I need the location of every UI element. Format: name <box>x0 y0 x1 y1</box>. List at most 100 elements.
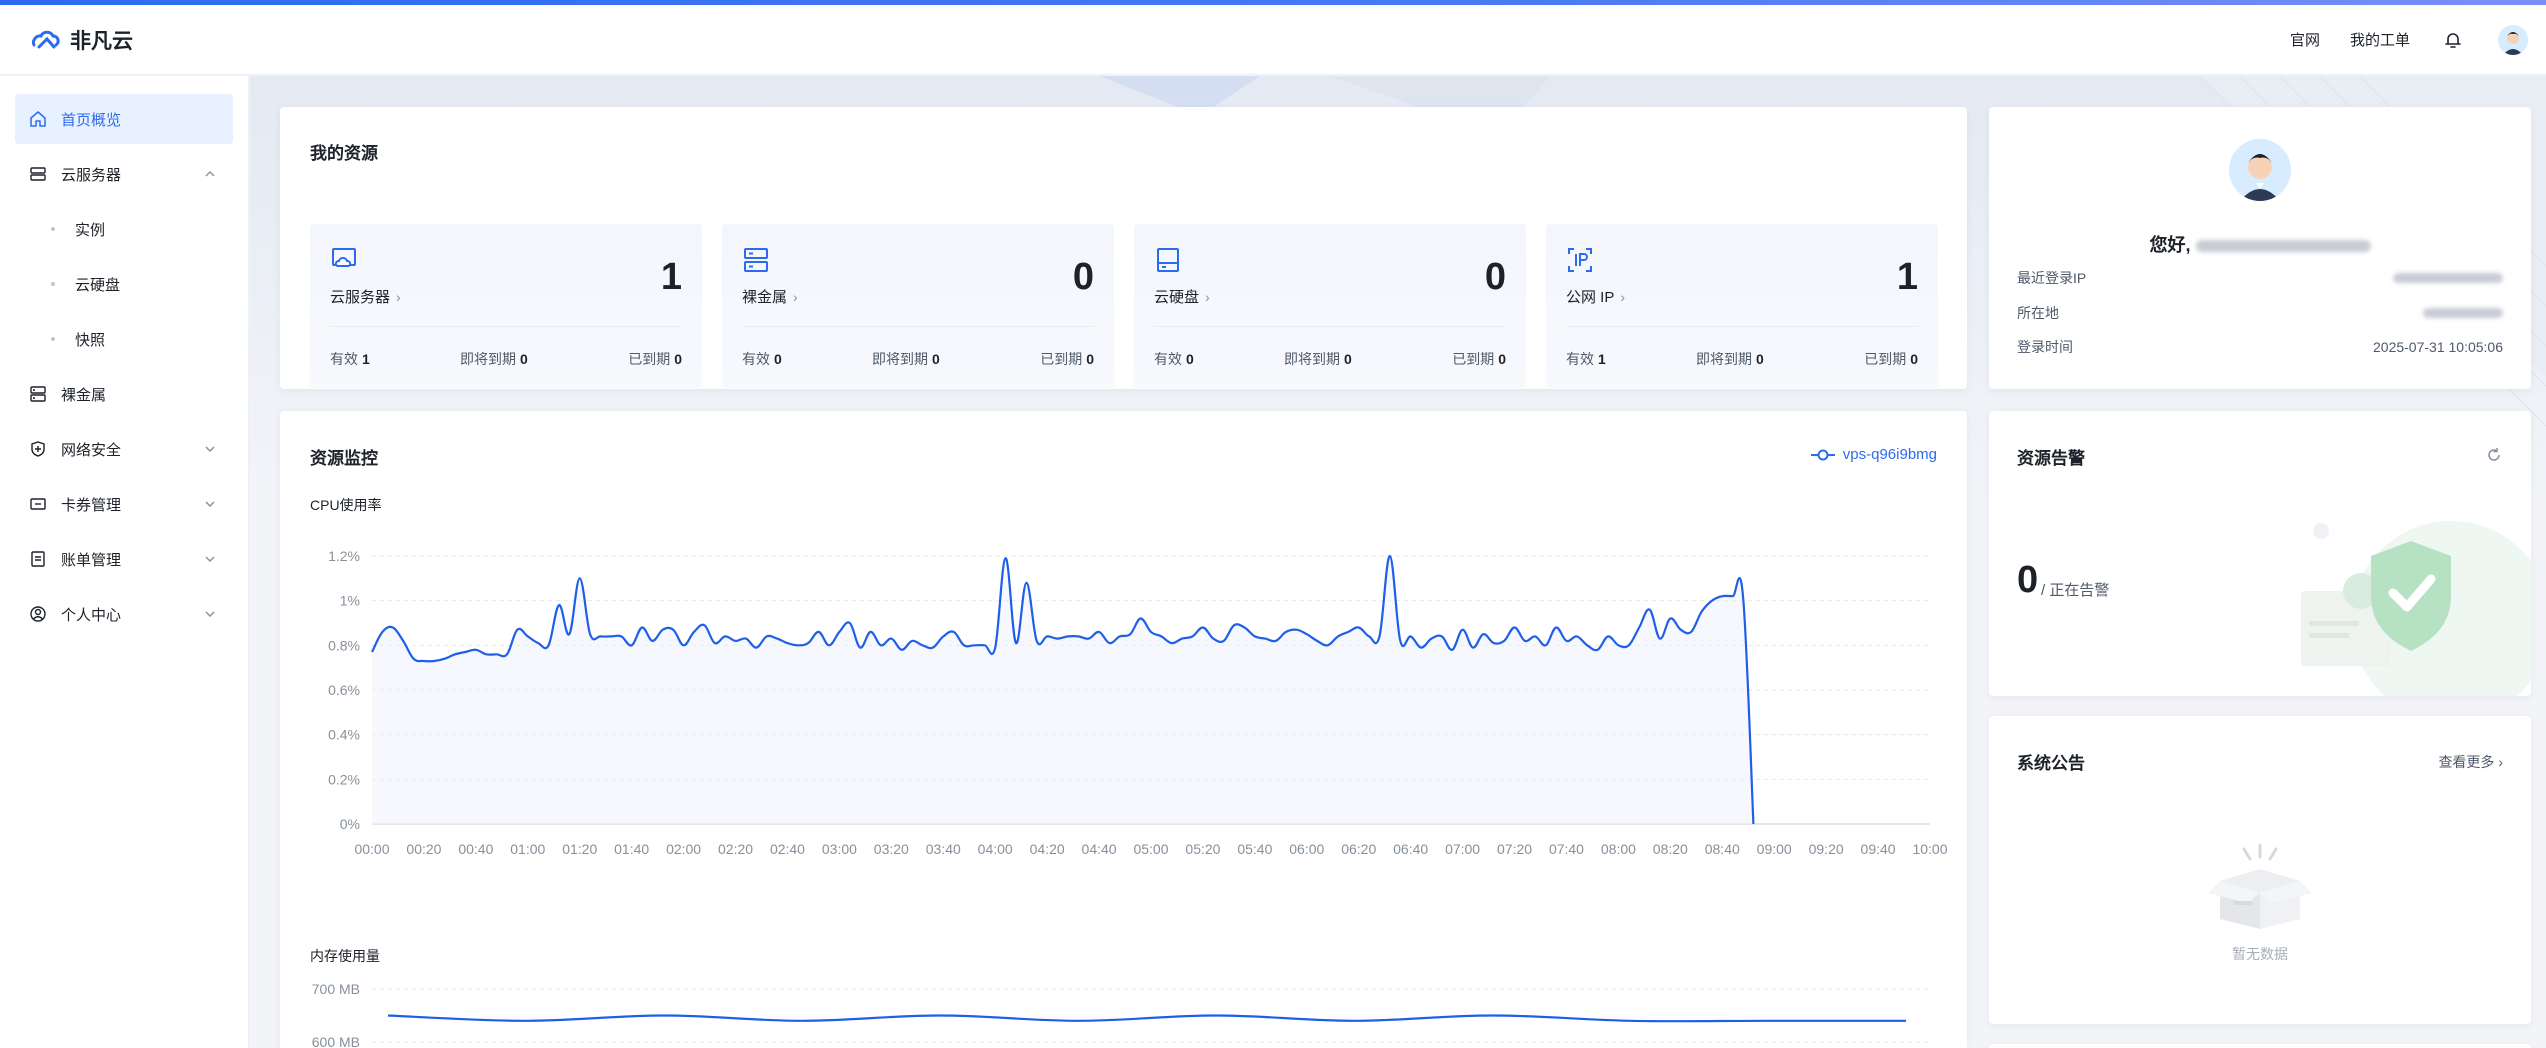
my-tickets-link[interactable]: 我的工单 <box>2350 29 2410 50</box>
bare-metal-icon <box>29 385 47 403</box>
chevron-down-icon <box>205 446 215 452</box>
refresh-icon[interactable] <box>2485 446 2503 464</box>
x-tick-label: 00:20 <box>406 841 441 857</box>
empty-box-illustration <box>2208 843 2312 929</box>
chevron-down-icon <box>205 611 215 617</box>
chevron-up-icon <box>205 171 215 177</box>
x-tick-label: 09:40 <box>1861 841 1896 857</box>
y-tick-label: 1% <box>340 593 360 609</box>
y-tick-label: 1.2% <box>328 548 360 564</box>
masked-location <box>2423 308 2503 318</box>
y-tick-label: 0.2% <box>328 771 360 787</box>
x-tick-label: 00:40 <box>458 841 493 857</box>
x-tick-label: 08:00 <box>1601 841 1636 857</box>
bill-icon <box>29 550 47 568</box>
x-tick-label: 03:40 <box>926 841 961 857</box>
bullet-dot <box>51 227 55 231</box>
cloud-server-icon <box>332 248 356 267</box>
stat-expired: 已到期 0 <box>1040 351 1094 367</box>
stat-expiring: 即将到期 0 <box>1696 351 1764 367</box>
card-title: 系统公告 <box>2017 754 2085 773</box>
divider <box>1154 326 1506 327</box>
nav-item-billing[interactable]: 账单管理 <box>15 534 233 584</box>
bullet-dot <box>51 337 55 341</box>
alarm-count: 0 <box>2017 559 2039 601</box>
memory-chart-title: 内存使用量 <box>310 948 380 964</box>
x-tick-label: 05:20 <box>1185 841 1220 857</box>
cloud-server-icon <box>29 165 47 183</box>
location-row: 所在地 <box>2017 303 2503 323</box>
x-tick-label: 01:40 <box>614 841 649 857</box>
nav-item-personal-center[interactable]: 个人中心 <box>15 589 233 639</box>
y-tick-label: 0.8% <box>328 637 360 653</box>
chevron-down-icon <box>205 501 215 507</box>
nav-item-network-security[interactable]: 网络安全 <box>15 424 233 474</box>
instance-legend[interactable]: vps-q96i9bmg <box>1810 446 1937 463</box>
nav-label: 账单管理 <box>61 551 122 569</box>
view-more-link[interactable]: 查看更多 › <box>2438 752 2503 772</box>
y-tick-label: 0.6% <box>328 682 360 698</box>
resource-tile-cloud-server[interactable]: 云服务器 › 1 有效 1 即将到期 0 已到期 0 <box>310 224 702 388</box>
resource-monitor-card: 资源监控 vps-q96i9bmg CPU使用率 0% 0.2% 0.4% 0.6% 0… <box>280 411 1967 1048</box>
login-time-value: 2025-07-31 10:05:06 <box>2373 339 2503 355</box>
resource-name: 云服务器 <box>330 289 391 306</box>
chevron-right-icon: › <box>2498 754 2503 770</box>
stat-valid: 有效 1 <box>330 351 370 367</box>
empty-state-text: 暂无数据 <box>2232 946 2288 962</box>
bell-icon[interactable] <box>2440 27 2466 53</box>
resource-tile-bare-metal[interactable]: 裸金属 › 0 有效 0 即将到期 0 已到期 0 <box>722 224 1114 388</box>
nav-label: 裸金属 <box>61 386 107 404</box>
system-notice-card: 系统公告 查看更多 › 暂无数据 <box>1989 716 2531 1024</box>
masked-username <box>2195 240 2371 253</box>
x-tick-label: 07:20 <box>1497 841 1532 857</box>
ticket-icon <box>29 495 47 513</box>
divider <box>1566 326 1918 327</box>
chevron-right-icon: › <box>1205 288 1210 305</box>
nav-item-instance[interactable]: 实例 <box>15 204 233 254</box>
masked-ip <box>2393 273 2503 283</box>
chevron-right-icon: › <box>396 288 401 305</box>
divider <box>742 326 1094 327</box>
x-tick-label: 02:40 <box>770 841 805 857</box>
resource-tile-public-ip[interactable]: 公网 IP › 1 有效 1 即将到期 0 已到期 0 <box>1546 224 1938 388</box>
stat-expired: 已到期 0 <box>1864 351 1918 367</box>
x-tick-label: 05:40 <box>1237 841 1272 857</box>
resource-name: 云硬盘 <box>1154 289 1200 306</box>
y-tick-label: 600 MB <box>312 1034 360 1048</box>
nav-item-snapshot[interactable]: 快照 <box>15 314 233 364</box>
stat-expiring: 即将到期 0 <box>460 351 528 367</box>
nav-item-bare-metal[interactable]: 裸金属 <box>15 369 233 419</box>
nav-label: 快照 <box>75 331 106 349</box>
x-tick-label: 07:00 <box>1445 841 1480 857</box>
nav-item-home[interactable]: 首页概览 <box>15 94 233 144</box>
user-avatar[interactable] <box>2498 24 2528 55</box>
x-tick-label: 03:00 <box>822 841 857 857</box>
official-site-link[interactable]: 官网 <box>2290 29 2320 50</box>
x-tick-label: 04:00 <box>978 841 1013 857</box>
y-tick-label: 700 MB <box>312 981 360 997</box>
x-tick-label: 03:20 <box>874 841 909 857</box>
resource-name: 裸金属 <box>742 289 788 306</box>
stat-expiring: 即将到期 0 <box>1284 351 1352 367</box>
my-resources-card: 我的资源 云服务器 › 1 有效 1 即将到期 0 已到期 0 裸金属 › 0 有效 0 即… <box>280 107 1967 389</box>
bottom-card-edge <box>1989 1044 2531 1048</box>
stat-valid: 有效 1 <box>1566 351 1606 367</box>
logo[interactable]: 非凡云 <box>30 25 133 55</box>
x-tick-label: 10:00 <box>1912 841 1947 857</box>
nav-item-cloud-disk[interactable]: 云硬盘 <box>15 259 233 309</box>
x-tick-label: 05:00 <box>1133 841 1168 857</box>
y-tick-label: 0.4% <box>328 727 360 743</box>
resource-tile-cloud-disk[interactable]: 云硬盘 › 0 有效 0 即将到期 0 已到期 0 <box>1134 224 1526 388</box>
nav-item-cloud-server[interactable]: 云服务器 <box>15 149 233 199</box>
x-tick-label: 02:00 <box>666 841 701 857</box>
resource-count: 0 <box>1072 256 1094 298</box>
nav-label: 卡券管理 <box>61 496 122 514</box>
x-tick-label: 00:00 <box>354 841 389 857</box>
cpu-usage-chart: 0% 0.2% 0.4% 0.6% 0.8% 1% 1.2% 00:00 00:20 00:40 0… <box>328 548 1948 857</box>
brand-name: 非凡云 <box>70 29 133 53</box>
x-tick-label: 09:20 <box>1809 841 1844 857</box>
alarm-sub-label: / 正在告警 <box>2041 582 2110 599</box>
nav-item-coupon[interactable]: 卡券管理 <box>15 479 233 529</box>
x-tick-label: 01:20 <box>562 841 597 857</box>
x-tick-label: 08:40 <box>1705 841 1740 857</box>
